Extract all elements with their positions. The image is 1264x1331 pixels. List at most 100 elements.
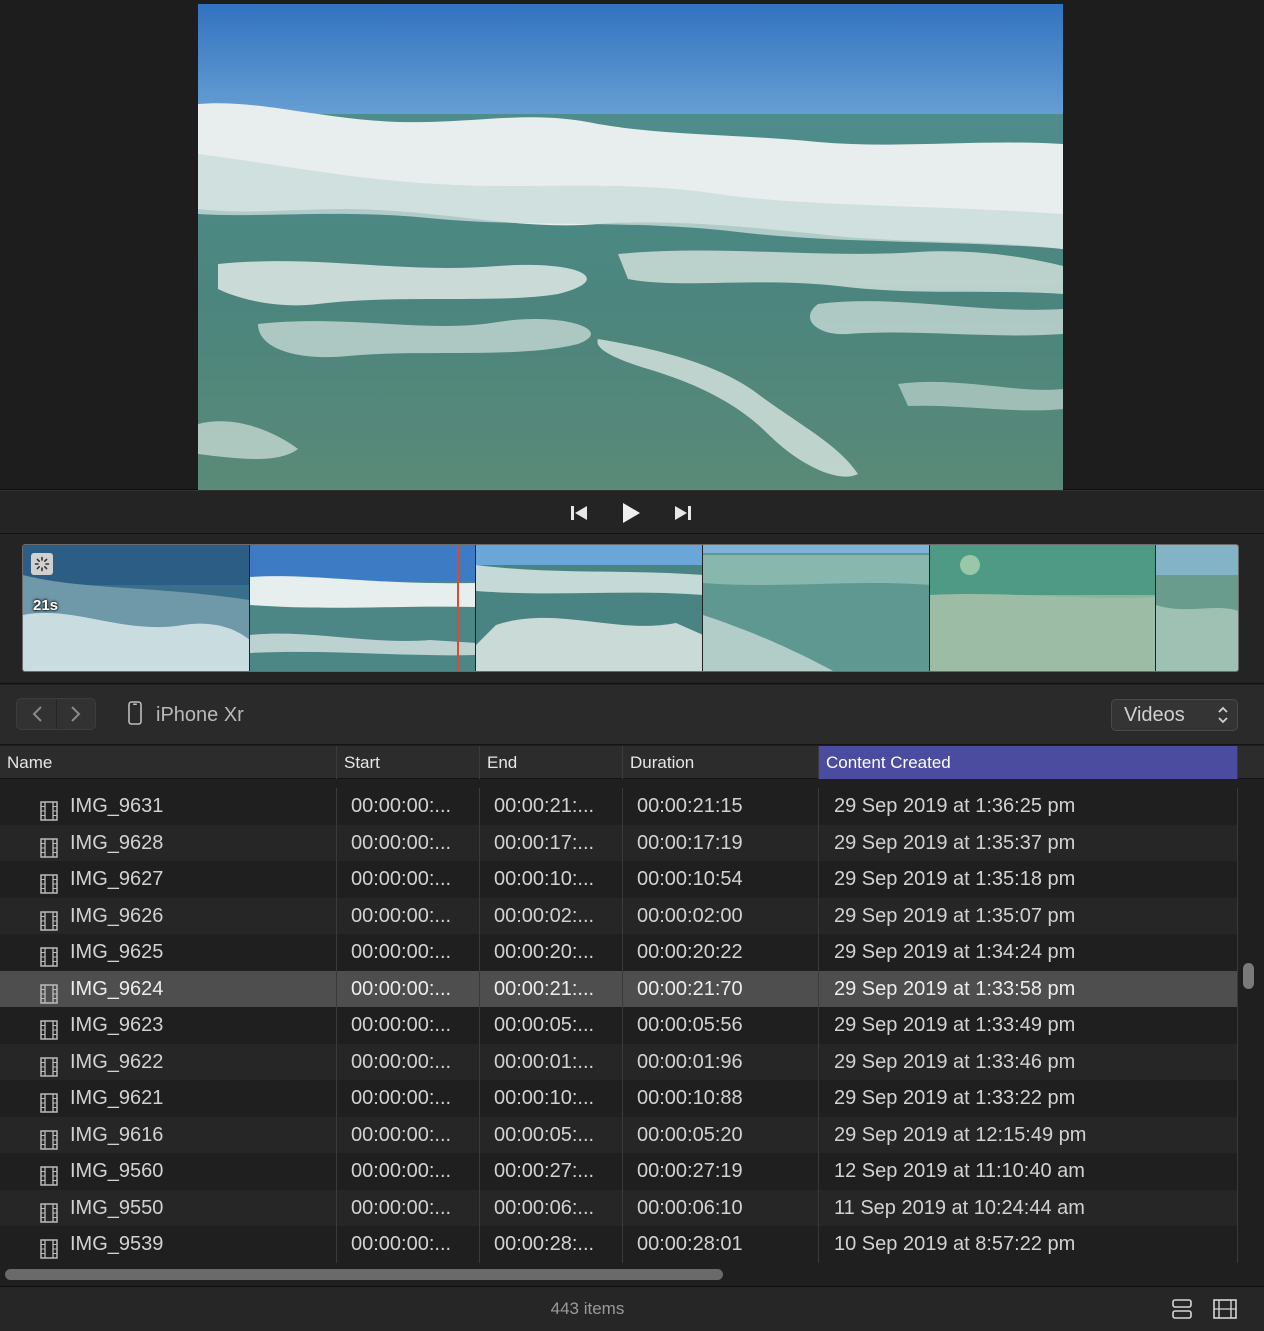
list-view-icon[interactable]: [1169, 1297, 1195, 1321]
filmstrip-frame: [476, 545, 703, 671]
cell-duration: 00:00:27:19: [623, 1153, 819, 1190]
cell-start: 00:00:00:...: [337, 1043, 480, 1080]
cell-end: 00:00:06:...: [480, 1189, 623, 1226]
film-icon: [40, 1089, 58, 1117]
filmstrip-frame: [702, 545, 930, 671]
table-row[interactable]: IMG_9539 00:00:00:... 00:00:28:... 00:00:28…: [0, 1226, 1238, 1263]
cell-name: IMG_9628: [0, 824, 337, 862]
clip-name: IMG_9539: [70, 1233, 164, 1255]
filmstrip[interactable]: 21s: [22, 544, 1239, 672]
cell-content-created: 29 Sep 2019 at 1:33:46 pm: [819, 1043, 1238, 1080]
chevron-left-icon[interactable]: [17, 699, 56, 729]
media-type-select[interactable]: Videos: [1111, 699, 1238, 731]
cell-content-created: 11 Sep 2019 at 10:24:44 am: [819, 1189, 1238, 1226]
cell-name: IMG_9626: [0, 897, 337, 935]
cell-end: 00:00:17:...: [480, 824, 623, 861]
table-row[interactable]: IMG_9622 00:00:00:... 00:00:01:... 00:00:01…: [0, 1043, 1238, 1081]
film-icon: [40, 980, 58, 1008]
table-row[interactable]: IMG_9560 00:00:00:... 00:00:27:... 00:00:27…: [0, 1153, 1238, 1190]
column-header-duration[interactable]: Duration: [623, 746, 819, 779]
table-row[interactable]: IMG_9626 00:00:00:... 00:00:02:... 00:00:02…: [0, 897, 1238, 935]
cell-content-created: 29 Sep 2019 at 1:33:58 pm: [819, 970, 1238, 1007]
cell-name: IMG_9622: [0, 1043, 337, 1081]
cell-content-created: 29 Sep 2019 at 1:35:18 pm: [819, 861, 1238, 898]
filmstrip-frame: [1156, 545, 1238, 671]
cell-name: IMG_9624: [0, 970, 337, 1008]
cell-content-created: 29 Sep 2019 at 1:33:49 pm: [819, 1007, 1238, 1044]
cell-end: 00:00:02:...: [480, 897, 623, 934]
cell-duration: 00:00:05:56: [623, 1007, 819, 1044]
film-icon: [40, 870, 58, 898]
cell-name: IMG_9550: [0, 1189, 337, 1226]
table-row[interactable]: IMG_9623 00:00:00:... 00:00:05:... 00:00:05…: [0, 1007, 1238, 1044]
cell-name: IMG_9616: [0, 1116, 337, 1154]
video-preview: [198, 4, 1063, 490]
table-row[interactable]: IMG_9625 00:00:00:... 00:00:20:... 00:00:20…: [0, 934, 1238, 971]
play-icon[interactable]: [618, 501, 644, 525]
table-row[interactable]: IMG_9627 00:00:00:... 00:00:10:... 00:00:10…: [0, 861, 1238, 898]
filmstrip-view-icon[interactable]: [1212, 1297, 1238, 1321]
clip-name: IMG_9622: [70, 1050, 164, 1073]
status-bar: 443 items: [0, 1286, 1264, 1331]
column-header-start[interactable]: Start: [337, 746, 480, 779]
cell-content-created: 29 Sep 2019 at 1:35:07 pm: [819, 897, 1238, 934]
cell-content-created: 29 Sep 2019 at 1:36:25 pm: [819, 788, 1238, 825]
cell-duration: 00:00:10:88: [623, 1080, 819, 1117]
cell-content-created: 12 Sep 2019 at 11:10:40 am: [819, 1153, 1238, 1190]
cell-end: 00:00:05:...: [480, 1007, 623, 1044]
cell-name: IMG_9627: [0, 861, 337, 898]
clip-name: IMG_9616: [70, 1123, 164, 1146]
table-row[interactable]: IMG_9624 00:00:00:... 00:00:21:... 00:00:21…: [0, 970, 1238, 1008]
film-icon: [40, 1126, 58, 1154]
skip-forward-icon[interactable]: [670, 501, 696, 525]
cell-end: 00:00:05:...: [480, 1116, 623, 1153]
transport-bar: [0, 490, 1264, 534]
skip-back-icon[interactable]: [566, 501, 592, 525]
cell-start: 00:00:00:...: [337, 1226, 480, 1263]
cell-content-created: 29 Sep 2019 at 1:34:24 pm: [819, 934, 1238, 971]
table-row[interactable]: IMG_9628 00:00:00:... 00:00:17:... 00:00:17…: [0, 824, 1238, 862]
cell-start: 00:00:00:...: [337, 897, 480, 934]
filmstrip-frame: [249, 545, 477, 671]
viewer: [0, 0, 1264, 490]
cell-content-created: 29 Sep 2019 at 1:35:37 pm: [819, 824, 1238, 861]
wave-image: [198, 4, 1063, 490]
cell-start: 00:00:00:...: [337, 788, 480, 825]
cell-end: 00:00:21:...: [480, 970, 623, 1007]
filmstrip-area: 21s: [0, 534, 1264, 684]
table-row[interactable]: IMG_9616 00:00:00:... 00:00:05:... 00:00:05…: [0, 1116, 1238, 1154]
table-body: IMG_9631 00:00:00:... 00:00:21:... 00:00:21…: [0, 788, 1238, 1263]
cell-end: 00:00:21:...: [480, 788, 623, 825]
navigation-buttons: [16, 698, 96, 730]
film-icon: [40, 907, 58, 935]
cell-start: 00:00:00:...: [337, 1080, 480, 1117]
clip-name: IMG_9626: [70, 904, 164, 927]
vertical-scrollbar[interactable]: [1243, 963, 1254, 989]
column-header-content-created[interactable]: Content Created: [819, 746, 1238, 779]
table-row[interactable]: IMG_9631 00:00:00:... 00:00:21:... 00:00:21…: [0, 788, 1238, 825]
device-name: iPhone Xr: [156, 703, 244, 726]
clip-name: IMG_9623: [70, 1014, 164, 1036]
table-row[interactable]: IMG_9550 00:00:00:... 00:00:06:... 00:00:06…: [0, 1189, 1238, 1226]
playhead[interactable]: [457, 545, 459, 671]
device-source[interactable]: iPhone Xr: [128, 700, 244, 730]
cell-content-created: 29 Sep 2019 at 12:15:49 pm: [819, 1116, 1238, 1153]
phone-icon: [128, 700, 142, 730]
cell-end: 00:00:01:...: [480, 1043, 623, 1080]
chevron-right-icon[interactable]: [56, 699, 95, 729]
cell-start: 00:00:00:...: [337, 861, 480, 898]
media-type-value: Videos: [1124, 703, 1185, 726]
cell-start: 00:00:00:...: [337, 934, 480, 971]
cell-end: 00:00:10:...: [480, 1080, 623, 1117]
cell-start: 00:00:00:...: [337, 1153, 480, 1190]
loading-spinner-icon: [31, 553, 53, 575]
film-icon: [40, 834, 58, 862]
film-icon: [40, 1053, 58, 1081]
horizontal-scrollbar[interactable]: [5, 1269, 723, 1280]
up-down-chevron-icon: [1217, 705, 1229, 731]
cell-start: 00:00:00:...: [337, 824, 480, 861]
table-row[interactable]: IMG_9621 00:00:00:... 00:00:10:... 00:00:10…: [0, 1080, 1238, 1117]
column-header-name[interactable]: Name: [0, 746, 337, 779]
cell-duration: 00:00:21:70: [623, 970, 819, 1007]
column-header-end[interactable]: End: [480, 746, 623, 779]
